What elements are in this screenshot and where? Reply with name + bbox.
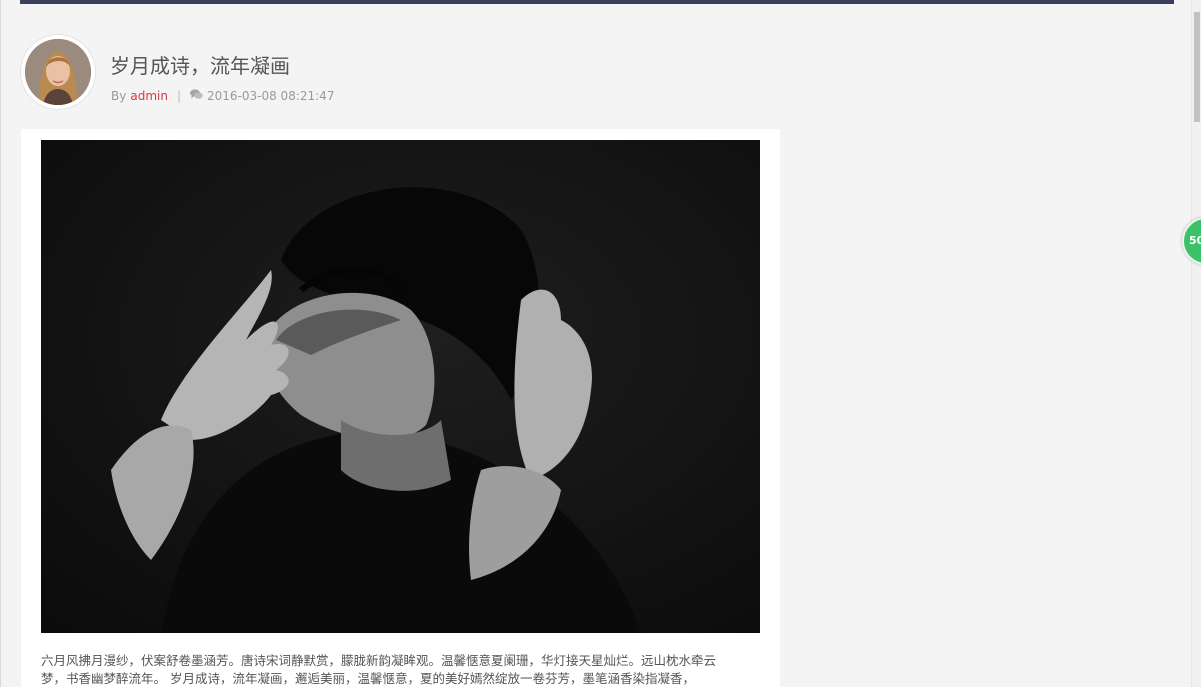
top-accent-bar bbox=[20, 0, 1174, 4]
by-label: By bbox=[111, 89, 127, 103]
scrollbar-thumb[interactable] bbox=[1194, 12, 1200, 122]
post-meta: By admin | 2016-03-08 08:21:47 bbox=[111, 89, 334, 103]
post-body: 六月风拂月漫纱，伏案舒卷墨涵芳。唐诗宋词静默赏，朦胧新韵凝眸观。温馨惬意夏阑珊，… bbox=[41, 652, 751, 687]
post-date: 2016-03-08 08:21:47 bbox=[207, 89, 335, 103]
avatar-image bbox=[25, 39, 91, 105]
left-border bbox=[0, 0, 1, 687]
featured-image[interactable] bbox=[41, 140, 760, 633]
comment-icon bbox=[190, 89, 203, 103]
author-link[interactable]: admin bbox=[130, 89, 168, 103]
post-card: 六月风拂月漫纱，伏案舒卷墨涵芳。唐诗宋词静默赏，朦胧新韵凝眸观。温馨惬意夏阑珊，… bbox=[21, 129, 780, 687]
author-avatar[interactable] bbox=[21, 35, 95, 109]
meta-separator: | bbox=[176, 89, 181, 103]
body-line-2: 梦，书香幽梦醉流年。 岁月成诗，流年凝画，邂逅美丽，温馨惬意，夏的美好嫣然绽放一… bbox=[41, 671, 695, 686]
floating-badge[interactable]: 50 bbox=[1182, 217, 1201, 265]
vertical-scrollbar[interactable] bbox=[1191, 0, 1201, 687]
body-line-1: 六月风拂月漫纱，伏案舒卷墨涵芳。唐诗宋词静默赏，朦胧新韵凝眸观。温馨惬意夏阑珊，… bbox=[41, 653, 717, 668]
post-title[interactable]: 岁月成诗，流年凝画 bbox=[110, 50, 290, 79]
page: 岁月成诗，流年凝画 By admin | 2016-03-08 08:21:47 bbox=[0, 0, 1201, 687]
